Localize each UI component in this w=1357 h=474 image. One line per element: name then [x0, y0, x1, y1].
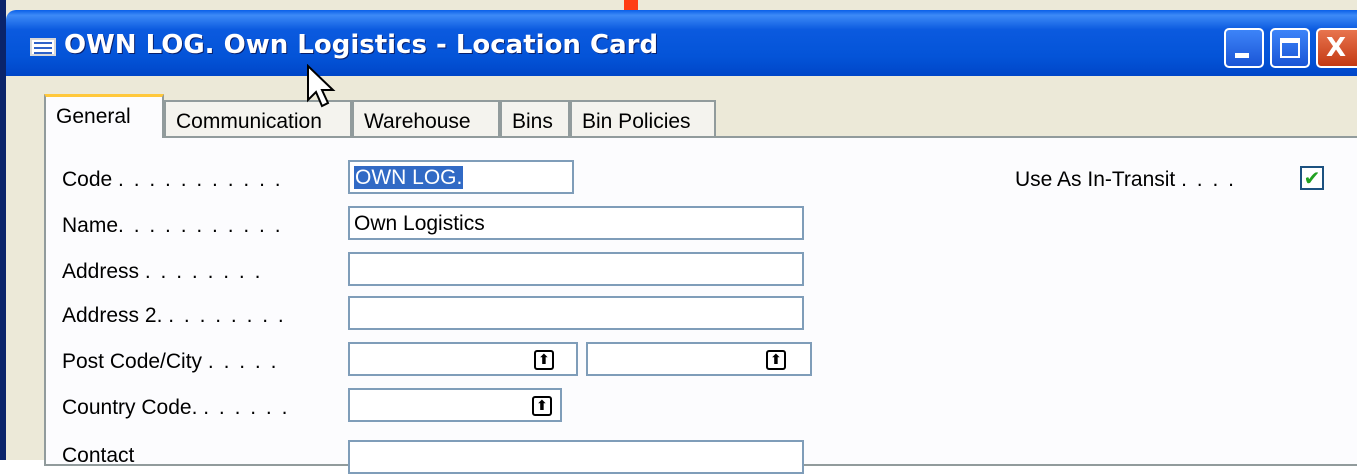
address-field[interactable]: [348, 252, 804, 286]
address-2-field[interactable]: [348, 296, 804, 330]
post-code-lookup-icon[interactable]: ⬆: [534, 350, 554, 370]
contact-label: Contact: [62, 444, 135, 467]
minimize-icon: [1235, 53, 1249, 58]
code-value: OWN LOG.: [354, 166, 464, 189]
general-tab-panel: Code . . . . . . . . . . . OWN LOG. Use …: [44, 136, 1357, 474]
location-card-window: OWN LOG. Own Logistics - Location Card X…: [0, 0, 1357, 474]
background-marker: [624, 0, 638, 10]
window-title: OWN LOG. Own Logistics - Location Card: [64, 30, 659, 60]
table-icon: [30, 38, 56, 56]
tab-general[interactable]: General: [44, 94, 164, 138]
code-label: Code . . . . . . . . . . .: [62, 168, 283, 191]
use-as-in-transit-label: Use As In-Transit . . . .: [1015, 168, 1236, 191]
use-as-in-transit-checkbox[interactable]: ✔: [1300, 166, 1324, 190]
close-button[interactable]: X: [1316, 28, 1357, 68]
code-field[interactable]: OWN LOG.: [348, 160, 574, 194]
name-field[interactable]: Own Logistics: [348, 206, 804, 240]
contact-field[interactable]: [348, 440, 804, 474]
maximize-button[interactable]: [1270, 28, 1310, 68]
tab-warehouse[interactable]: Warehouse: [352, 100, 500, 136]
post-code-city-label: Post Code/City . . . . .: [62, 350, 279, 373]
minimize-button[interactable]: [1224, 28, 1264, 68]
country-code-field[interactable]: [348, 388, 562, 422]
address-2-label: Address 2. . . . . . . . .: [62, 304, 286, 327]
name-label: Name. . . . . . . . . . .: [62, 214, 283, 237]
country-code-label: Country Code. . . . . . .: [62, 396, 290, 419]
tab-bin-policies[interactable]: Bin Policies: [570, 100, 716, 136]
mouse-pointer-icon: [307, 64, 336, 108]
address-label: Address . . . . . . . .: [62, 260, 263, 283]
close-icon: X: [1326, 33, 1347, 63]
maximize-icon: [1280, 38, 1300, 58]
city-lookup-icon[interactable]: ⬆: [766, 350, 786, 370]
tab-bins[interactable]: Bins: [500, 100, 570, 136]
window-client-area: General Communication Warehouse Bins Bin…: [26, 76, 1357, 474]
title-bar[interactable]: OWN LOG. Own Logistics - Location Card X: [6, 10, 1357, 76]
country-code-lookup-icon[interactable]: ⬆: [532, 396, 552, 416]
